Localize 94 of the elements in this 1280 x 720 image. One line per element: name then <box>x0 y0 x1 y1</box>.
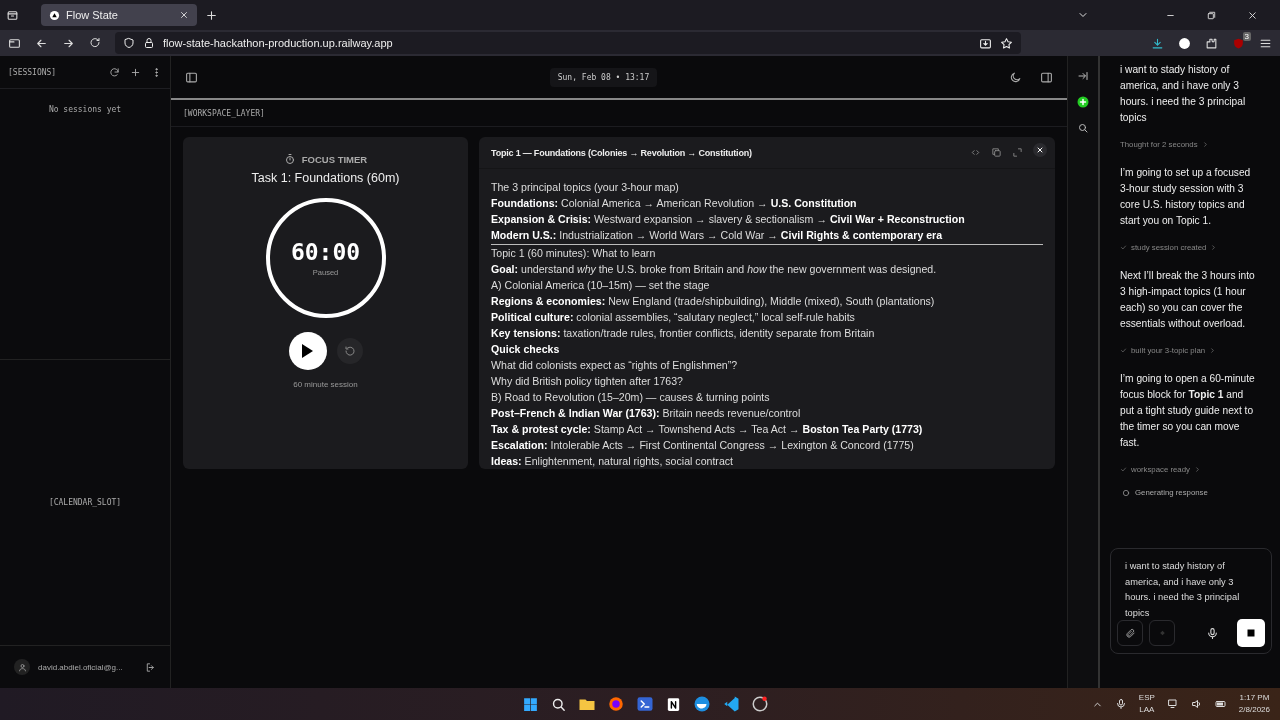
session-caption: 60 minute session <box>293 380 358 389</box>
stopwatch-icon <box>283 153 296 165</box>
play-button[interactable] <box>288 332 327 370</box>
assistant-message: Next I’ll break the 3 hours into 3 high-impact topics (1 hour each) so you can cover the essentials without overload. <box>1120 269 1256 331</box>
code-editor-icon[interactable] <box>722 695 740 713</box>
app-icon[interactable] <box>751 695 769 713</box>
guide-line: Why did British policy tighten after 1763? <box>491 374 684 389</box>
guide-line: Tax & protest cycle: Stamp Act → Townshend Acts → Tea Act → Boston Tea Party (1773) <box>491 422 924 437</box>
expand-icon[interactable] <box>1012 147 1023 158</box>
chevron-right-icon <box>1193 466 1201 473</box>
check-icon <box>1120 244 1127 251</box>
guide-line: Expansion & Crisis: Westward expansion → slavery & sectionalism → Civil War + Reconstruction <box>491 212 966 227</box>
workspace-label: [WORKSPACE_LAYER] <box>183 108 265 118</box>
paperclip-icon <box>1124 627 1136 639</box>
assistant-message: I’m going to open a 60-minute focus block for Topic 1 and put a tight study guide next to the timer so you can move fast. <box>1120 372 1256 450</box>
guide-line: What did colonists expect as “rights of Englishmen”? <box>491 358 739 373</box>
close-icon <box>1036 146 1044 154</box>
reset-button[interactable] <box>336 338 363 364</box>
date-time: Sun, Feb 08 • 13:17 <box>549 67 658 87</box>
refresh-icon[interactable] <box>109 66 120 78</box>
download-page-icon[interactable] <box>979 36 992 50</box>
reload-icon[interactable] <box>89 37 101 49</box>
check-icon <box>1120 466 1127 473</box>
chevron-right-icon <box>1209 347 1217 354</box>
clock[interactable]: 1:17 PM 2/8/2026 <box>1238 692 1270 716</box>
restore-icon[interactable] <box>1206 9 1217 21</box>
microphone-icon[interactable] <box>1114 698 1127 710</box>
guide-line: The 3 principal topics (your 3-hour map) <box>491 180 680 195</box>
timer-heading: FOCUS TIMER <box>301 153 368 165</box>
sessions-title: [SESSIONS] <box>8 67 58 77</box>
code-icon[interactable] <box>970 147 981 158</box>
extension-badge: 3 <box>1242 31 1251 41</box>
guide-line: Regions & economies: New England (trade/shipbuilding), Middle (mixed), South (plantations) <box>491 294 936 309</box>
play-icon <box>302 344 313 358</box>
bookmark-star-icon[interactable] <box>1000 36 1013 50</box>
empty-state-text: No sessions yet <box>48 105 122 116</box>
battery-icon[interactable] <box>1214 698 1227 710</box>
shield-icon <box>123 37 135 49</box>
microphone-icon[interactable] <box>1206 626 1219 640</box>
extensions-icon[interactable] <box>1205 36 1218 50</box>
guide-line: Ideas: Enlightenment, natural rights, social contract <box>491 454 735 469</box>
collapse-icon[interactable] <box>1077 70 1089 82</box>
browser-icon[interactable] <box>607 695 625 713</box>
guide-line: Quick checks <box>491 342 561 357</box>
guide-line: Political culture: colonial assemblies, “salutary neglect,” local self-rule habits <box>491 310 856 325</box>
assistant-message: I’m going to set up a focused 3-hour study session with 3 core U.S. history topics and start you on Topic 1. <box>1120 166 1252 228</box>
terminal-icon[interactable] <box>636 695 654 713</box>
attach-button[interactable] <box>1117 620 1143 646</box>
calendar-slot-label: [CALENDAR_SLOT] <box>48 498 122 507</box>
browser-tab[interactable]: Flow State <box>41 4 197 26</box>
user-message: i want to stady history of america, and i have only 3 hours. i need the 3 principal topics <box>1120 63 1247 125</box>
user-email: david.abdiel.oficial@g... <box>38 662 124 672</box>
guide-line: Topic 1 (60 minutes): What to learn <box>491 246 657 261</box>
download-icon[interactable] <box>1151 36 1164 50</box>
guide-line: Modern U.S.: Industrialization → World Wars → Cold War → Civil Rights & contemporary era <box>491 228 944 243</box>
close-icon[interactable] <box>1247 9 1258 21</box>
search-icon[interactable] <box>1077 122 1089 134</box>
check-icon <box>1120 347 1127 354</box>
add-circle-icon[interactable] <box>1077 96 1089 108</box>
network-icon[interactable] <box>1166 698 1179 710</box>
close-button[interactable] <box>1033 143 1047 157</box>
reset-icon <box>343 345 356 357</box>
add-icon[interactable] <box>130 66 141 78</box>
guide-line: Foundations: Colonial America → American Revolution → U.S. Constitution <box>491 196 858 211</box>
copy-icon[interactable] <box>991 147 1002 158</box>
notes-app-icon[interactable] <box>665 695 682 713</box>
address-bar[interactable]: flow-state-hackathon-production.up.railway.app <box>115 32 1021 54</box>
spinner-icon <box>1122 488 1130 497</box>
document-title: Topic 1 — Foundations (Colonies → Revolution → Constitution) <box>491 147 753 158</box>
chevron-right-icon <box>1201 141 1209 148</box>
chat-input[interactable]: i want to stady history of america, and i have only 3 hours. i need the 3 principal topics <box>1110 548 1272 654</box>
timer-display: 60:00 <box>290 239 361 265</box>
lock-icon <box>143 37 155 49</box>
tab-overview-icon[interactable] <box>6 8 19 22</box>
guide-line: Escalation: Intolerable Acts → First Continental Congress → Lexington & Concord (1775) <box>491 438 915 453</box>
guide-line: A) Colonial America (10–15m) — set the stage <box>491 278 711 293</box>
sidebar-icon[interactable] <box>8 36 21 50</box>
task-title: Task 1: Foundations (60m) <box>251 171 400 185</box>
windows-start-icon[interactable] <box>522 695 539 713</box>
close-icon[interactable] <box>179 10 189 20</box>
shield-extension-icon[interactable] <box>1232 36 1245 50</box>
guide-line: Post–French & Indian War (1763): Britain needs revenue/control <box>491 406 802 421</box>
language-indicator[interactable]: ESP LAA <box>1138 692 1155 716</box>
chevron-right-icon <box>1210 244 1218 251</box>
guide-line: B) Road to Revolution (15–20m) — causes & turning points <box>491 390 771 405</box>
add-icon[interactable] <box>205 8 218 22</box>
moon-icon[interactable] <box>1009 70 1022 84</box>
stop-button[interactable] <box>1237 619 1265 647</box>
guide-line: Key tensions: taxation/trade rules, frontier conflicts, identity separate from Britain <box>491 326 876 341</box>
guide-line: Goal: understand why the U.S. broke from Britain and how the new government was designed. <box>491 262 938 277</box>
panel-right-icon[interactable] <box>1040 70 1053 84</box>
volume-icon[interactable] <box>1190 698 1203 710</box>
panel-toggle-icon[interactable] <box>185 70 198 84</box>
logout-icon[interactable] <box>145 661 156 673</box>
